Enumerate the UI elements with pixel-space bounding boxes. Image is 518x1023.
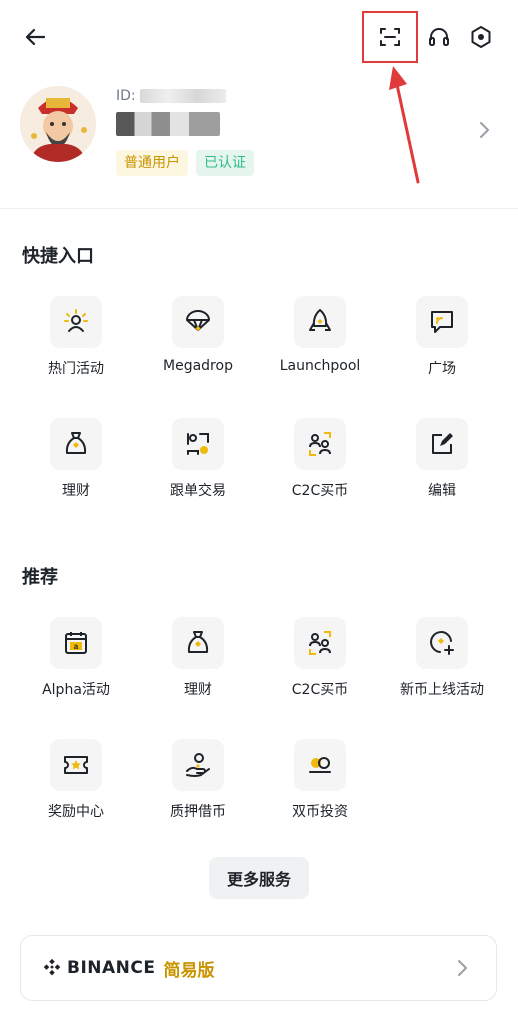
settings-hexagon-icon: [471, 26, 491, 48]
scan-icon: [380, 28, 400, 46]
recommend-item-new-listing[interactable]: 新币上线活动: [381, 617, 503, 717]
user-level-badge: 普通用户: [116, 150, 188, 176]
arrow-left-icon: [25, 28, 46, 46]
recommend-item-label: C2C买币: [291, 682, 349, 698]
recommend-item-earn[interactable]: 理财: [137, 617, 259, 717]
recommend-item-rewards[interactable]: 奖励中心: [15, 739, 137, 839]
verified-badge: 已认证: [196, 150, 254, 176]
quick-item-hot-events[interactable]: 热门活动: [15, 296, 137, 396]
top-bar: [0, 0, 518, 72]
square-feed-icon: [416, 296, 468, 348]
quick-item-label: C2C买币: [291, 483, 349, 499]
username-redacted: [116, 112, 220, 136]
loan-hand-icon: [172, 739, 224, 791]
quick-item-label: 热门活动: [48, 361, 104, 377]
copy-trade-icon: [172, 418, 224, 470]
new-listing-icon: [416, 617, 468, 669]
quick-item-label: 跟单交易: [170, 483, 226, 499]
quick-item-c2c[interactable]: C2C买币: [259, 418, 381, 518]
rocket-icon: [294, 296, 346, 348]
settings-button[interactable]: [466, 22, 496, 52]
reward-ticket-icon: [50, 739, 102, 791]
chevron-right-icon: [458, 960, 467, 976]
user-id-redacted: [139, 89, 226, 103]
parachute-icon: [172, 296, 224, 348]
quick-item-label: 理财: [62, 483, 90, 499]
user-id-label: ID:: [116, 88, 136, 104]
recommend-item-label: 双币投资: [292, 804, 348, 820]
chevron-right-icon: [480, 122, 489, 138]
lite-version-label: 简易版: [163, 960, 215, 981]
avatar-image: [20, 86, 96, 162]
quick-item-earn[interactable]: 理财: [15, 418, 137, 518]
user-badges: 普通用户 已认证: [116, 150, 254, 176]
recommend-item-c2c[interactable]: C2C买币: [259, 617, 381, 717]
quick-item-launchpool[interactable]: Launchpool: [259, 296, 381, 396]
quick-item-label: 广场: [428, 361, 456, 377]
quick-item-label: Launchpool: [279, 358, 361, 374]
dual-coin-icon: [294, 739, 346, 791]
svg-text:a: a: [74, 642, 79, 651]
recommend-item-label: 质押借币: [170, 804, 226, 820]
quick-item-label: 编辑: [428, 483, 456, 499]
binance-logo-icon: [43, 958, 61, 976]
quick-item-megadrop[interactable]: Megadrop: [137, 296, 259, 396]
money-bag-icon: [172, 617, 224, 669]
headset-icon: [429, 28, 449, 46]
divider: [0, 208, 518, 209]
edit-icon: [416, 418, 468, 470]
recommend-item-dual-investment[interactable]: 双币投资: [259, 739, 381, 839]
calendar-alpha-icon: a: [50, 617, 102, 669]
support-button[interactable]: [424, 22, 454, 52]
quick-item-square[interactable]: 广场: [381, 296, 503, 396]
recommend-item-label: 奖励中心: [48, 804, 104, 820]
back-button[interactable]: [18, 20, 52, 54]
quick-item-edit[interactable]: 编辑: [381, 418, 503, 518]
recommend-item-label: 理财: [184, 682, 212, 698]
binance-lite-card[interactable]: BINANCE 简易版: [20, 935, 497, 1001]
avatar[interactable]: [20, 86, 96, 162]
quick-item-copy-trading[interactable]: 跟单交易: [137, 418, 259, 518]
quick-item-label: Megadrop: [163, 358, 233, 374]
recommended-title: 推荐: [22, 567, 58, 588]
user-id: ID:: [116, 88, 226, 104]
money-bag-icon: [50, 418, 102, 470]
c2c-users-icon: [294, 418, 346, 470]
scan-button[interactable]: [362, 11, 418, 63]
more-services-button[interactable]: 更多服务: [209, 857, 309, 899]
recommend-item-label: Alpha活动: [42, 682, 110, 698]
recommend-item-alpha[interactable]: a Alpha活动: [15, 617, 137, 717]
profile-section[interactable]: ID: 普通用户 已认证: [0, 80, 518, 190]
recommend-item-label: 新币上线活动: [400, 682, 484, 698]
campaign-person-icon: [50, 296, 102, 348]
binance-brand-text: BINANCE: [67, 958, 156, 978]
c2c-users-icon: [294, 617, 346, 669]
recommend-item-loans[interactable]: 质押借币: [137, 739, 259, 839]
quick-access-title: 快捷入口: [22, 246, 94, 267]
